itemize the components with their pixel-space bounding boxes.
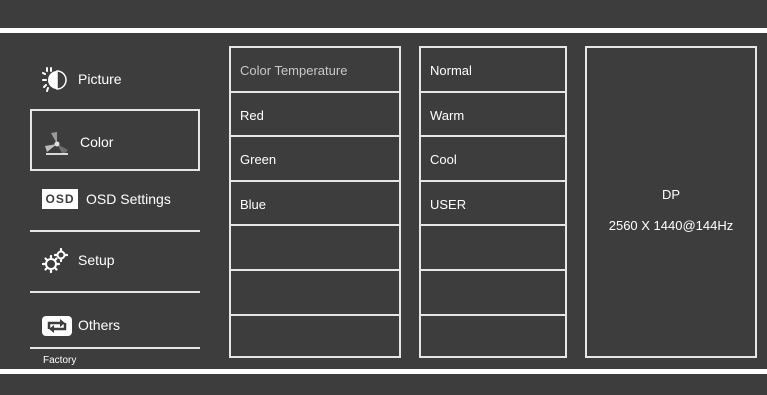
option-empty xyxy=(421,271,565,316)
loop-arrows-icon xyxy=(42,313,72,339)
menu-item-osd-settings[interactable]: OSD OSD Settings xyxy=(30,180,200,220)
menu-item-label: Setup xyxy=(78,252,115,268)
menu-divider xyxy=(30,347,200,349)
input-resolution: 2560 X 1440@144Hz xyxy=(608,218,734,233)
menu-item-setup[interactable]: Setup xyxy=(30,241,200,281)
menu-item-label: Others xyxy=(78,317,121,333)
option-user[interactable]: USER xyxy=(421,182,565,227)
gears-icon xyxy=(41,247,69,274)
menu-item-label: OSD Settings xyxy=(86,191,171,207)
menu-divider xyxy=(30,230,200,232)
top-bar xyxy=(0,0,767,28)
option-green[interactable]: Green xyxy=(231,137,399,182)
menu-item-label: Color xyxy=(80,134,114,150)
signal-info-panel: DP 2560 X 1440@144Hz xyxy=(585,46,757,358)
option-normal[interactable]: Normal xyxy=(421,48,565,93)
option-empty xyxy=(231,226,399,271)
option-cool[interactable]: Cool xyxy=(421,137,565,182)
factory-label[interactable]: Factory xyxy=(43,355,76,366)
option-warm[interactable]: Warm xyxy=(421,93,565,138)
option-red[interactable]: Red xyxy=(231,93,399,138)
input-source: DP xyxy=(661,187,681,202)
temperature-options-list: Normal Warm Cool USER xyxy=(419,46,567,358)
menu-divider xyxy=(30,291,200,293)
menu-item-others[interactable]: Others xyxy=(30,306,200,346)
bottom-bar xyxy=(0,374,767,395)
color-options-list: Color Temperature Red Green Blue xyxy=(229,46,401,358)
menu-item-color[interactable]: Color xyxy=(30,109,200,171)
osd-icon: OSD xyxy=(42,187,80,213)
osd-icon-text: OSD xyxy=(42,189,78,209)
menu-item-label: Picture xyxy=(78,71,122,87)
option-empty xyxy=(421,316,565,361)
picture-icon xyxy=(42,67,68,93)
option-color-temperature[interactable]: Color Temperature xyxy=(231,48,399,93)
option-empty xyxy=(231,271,399,316)
option-empty xyxy=(421,226,565,271)
color-icon xyxy=(44,130,70,156)
option-empty xyxy=(231,316,399,361)
menu-item-picture[interactable]: Picture xyxy=(30,60,200,100)
option-blue[interactable]: Blue xyxy=(231,182,399,227)
